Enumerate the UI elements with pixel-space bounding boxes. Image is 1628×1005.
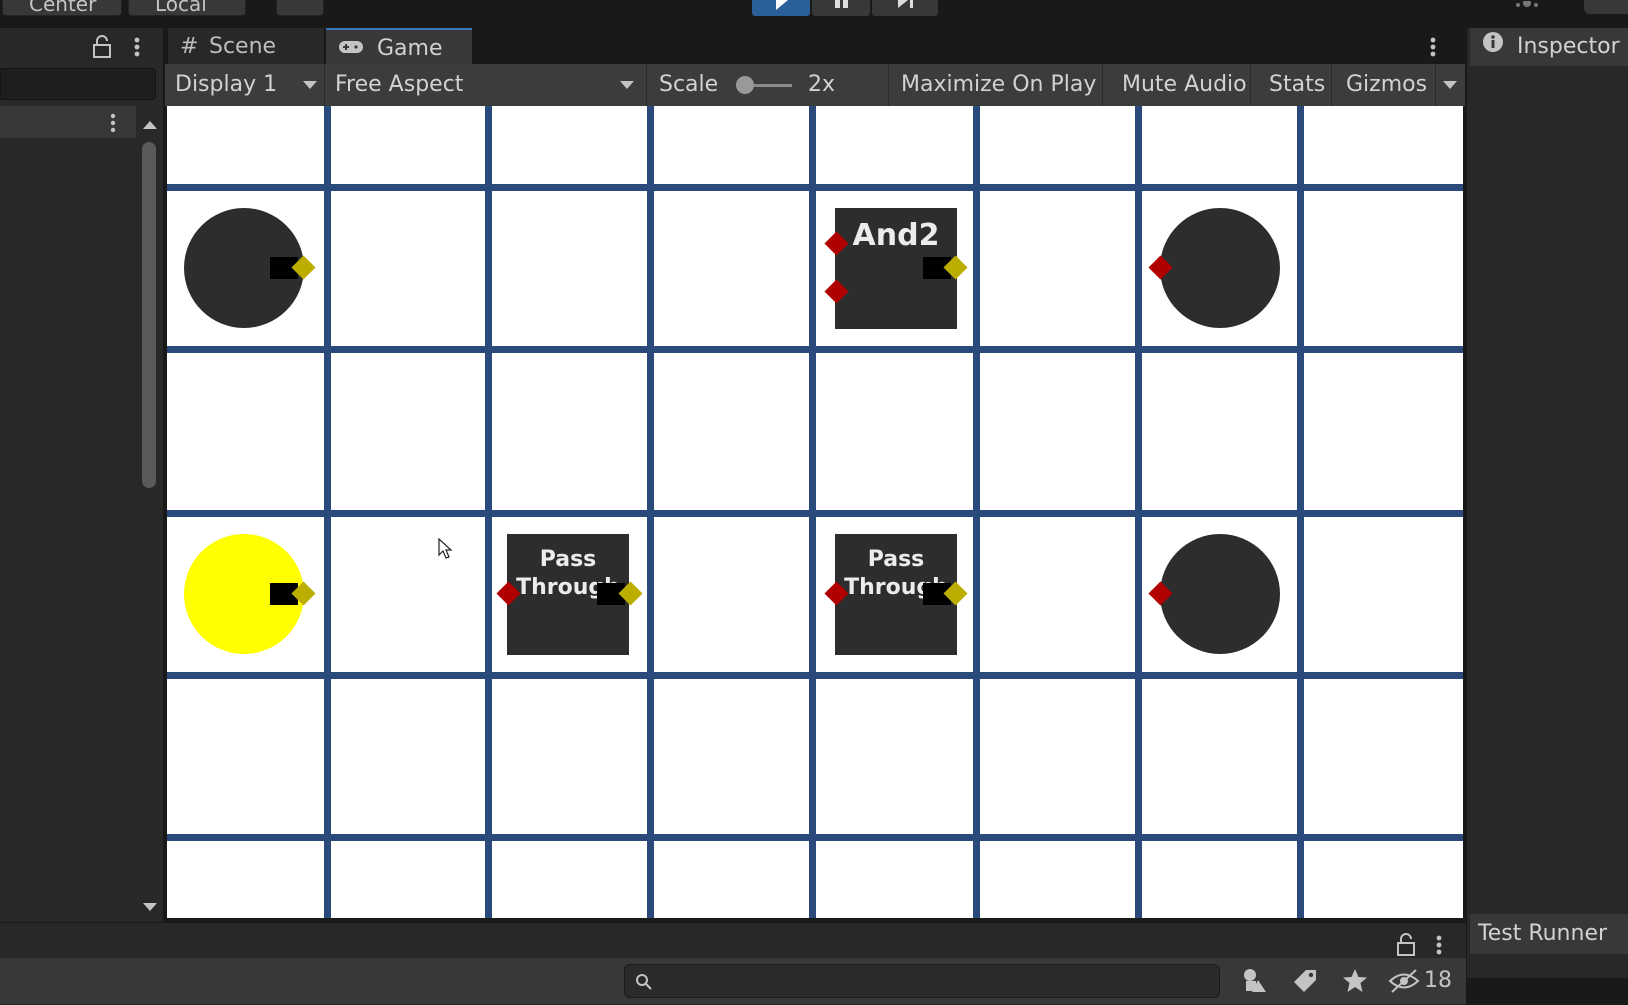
scale-slider[interactable] xyxy=(734,75,794,95)
scroll-down-icon[interactable] xyxy=(142,898,158,911)
chevron-down-icon xyxy=(620,81,634,89)
favorites-icon[interactable] xyxy=(1340,966,1370,996)
grid-line-horizontal xyxy=(167,510,1463,517)
mute-audio-toggle[interactable]: Mute Audio xyxy=(1112,64,1251,106)
hidden-packages-toggle[interactable]: 18 xyxy=(1388,964,1464,998)
project-search-input[interactable] xyxy=(624,964,1220,998)
lock-icon[interactable] xyxy=(90,34,114,60)
grid-line-horizontal xyxy=(167,346,1463,353)
gizmos-dropdown[interactable] xyxy=(1436,64,1464,106)
hidden-count: 18 xyxy=(1424,968,1452,993)
panel-menu-icon[interactable] xyxy=(1430,932,1448,958)
filter-by-type-icon[interactable] xyxy=(1240,966,1270,996)
inspector-panel xyxy=(1466,28,1628,978)
step-button[interactable] xyxy=(872,0,938,16)
panel-menu-icon[interactable] xyxy=(128,34,146,60)
game-viewport[interactable]: And2 Pass Through Pass Through xyxy=(167,106,1463,918)
tab-game[interactable]: Game xyxy=(326,28,472,66)
display-dropdown[interactable]: Display 1 xyxy=(165,64,325,106)
hash-icon: # xyxy=(180,34,199,59)
chevron-down-icon xyxy=(1443,81,1457,89)
services-icon[interactable] xyxy=(1510,0,1544,14)
gizmos-toggle[interactable]: Gizmos xyxy=(1336,64,1436,106)
scene-menu-icon[interactable] xyxy=(104,110,122,136)
scrollbar-thumb[interactable] xyxy=(142,142,156,488)
tab-test-runner[interactable]: Test Runner xyxy=(1470,914,1628,954)
play-icon xyxy=(776,0,788,10)
scroll-up-icon[interactable] xyxy=(142,116,158,129)
gate-label-line1: Pass xyxy=(867,547,925,572)
stats-toggle[interactable]: Stats xyxy=(1259,64,1332,106)
grid-line-horizontal xyxy=(167,672,1463,679)
pivot-center-button[interactable]: Center xyxy=(2,0,122,16)
aspect-dropdown[interactable]: Free Aspect xyxy=(325,64,647,106)
pivot-local-button[interactable]: Local xyxy=(128,0,246,16)
play-button[interactable] xyxy=(752,0,810,16)
gamepad-icon xyxy=(338,30,370,68)
gate-label-line1: Pass xyxy=(539,547,597,572)
scale-value: 2x xyxy=(808,72,836,97)
hierarchy-search-input[interactable] xyxy=(0,68,156,100)
account-button[interactable] xyxy=(1584,0,1628,14)
maximize-on-play-toggle[interactable]: Maximize On Play xyxy=(891,64,1103,106)
search-icon xyxy=(636,974,652,990)
snap-button[interactable] xyxy=(276,0,324,16)
chevron-down-icon xyxy=(303,81,317,89)
tab-inspector[interactable]: Inspector xyxy=(1470,28,1628,66)
and2-gate-label: And2 xyxy=(852,218,940,253)
grid-line-horizontal xyxy=(167,184,1463,191)
eye-hidden-icon xyxy=(1388,969,1420,993)
output-node-bottom[interactable] xyxy=(1160,534,1280,654)
info-icon xyxy=(1482,28,1510,66)
step-icon xyxy=(898,0,913,8)
grid-line-horizontal xyxy=(167,834,1463,841)
game-view-menu-icon[interactable] xyxy=(1424,34,1442,60)
pause-button[interactable] xyxy=(812,0,870,16)
lock-icon[interactable] xyxy=(1394,932,1418,958)
filter-by-label-icon[interactable] xyxy=(1290,966,1320,996)
pause-icon xyxy=(835,0,848,8)
output-node-top[interactable] xyxy=(1160,208,1280,328)
mouse-cursor-icon xyxy=(438,537,454,566)
tab-scene[interactable]: # Scene xyxy=(168,28,324,66)
